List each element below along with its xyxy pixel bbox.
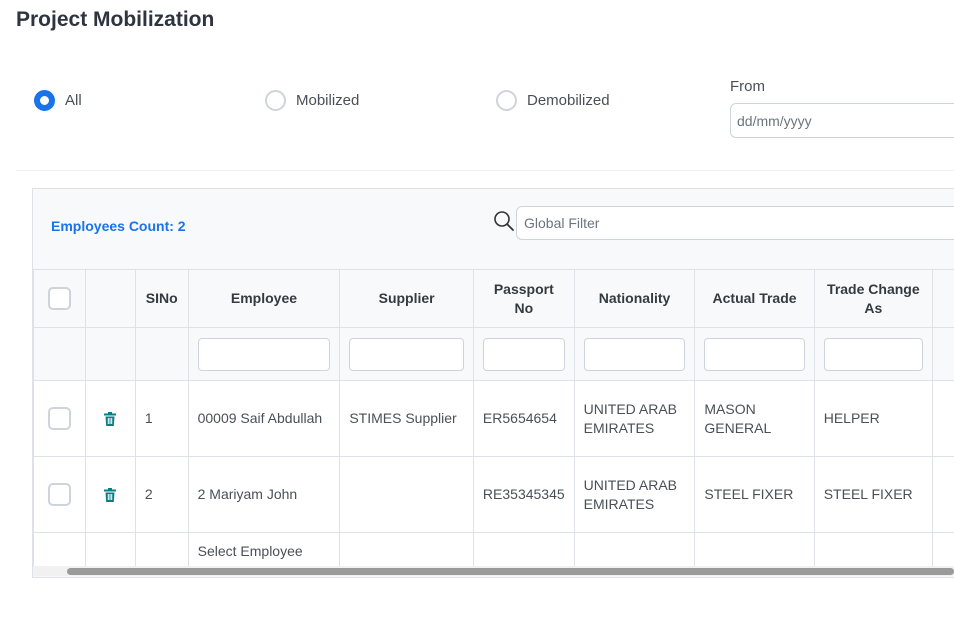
column-header-passport[interactable]: Passport No bbox=[472, 269, 575, 328]
select-all-cell bbox=[33, 269, 86, 328]
row-checkbox[interactable] bbox=[47, 407, 71, 430]
row-select-cell bbox=[33, 380, 86, 457]
employee-filter-input[interactable] bbox=[197, 337, 331, 371]
action-header bbox=[84, 269, 136, 328]
add-row-cell bbox=[33, 532, 86, 569]
passport-cell: ER5654654 bbox=[472, 380, 575, 457]
passport-cell: RE35345345 bbox=[472, 456, 575, 533]
radio-all[interactable]: All bbox=[34, 90, 82, 111]
employees-table: SINo Employee Supplier Passport No Natio… bbox=[33, 269, 954, 569]
radio-circle[interactable] bbox=[34, 90, 55, 111]
filter-cell bbox=[472, 327, 575, 381]
filter-cell bbox=[694, 327, 815, 381]
from-date-input[interactable] bbox=[730, 103, 954, 138]
sino-cell: 1 bbox=[134, 380, 189, 457]
divider bbox=[16, 170, 954, 171]
filter-cell bbox=[84, 327, 136, 381]
column-header-employee[interactable]: Employee bbox=[187, 269, 341, 328]
radio-label: Demobilized bbox=[527, 92, 610, 109]
sino-cell: 2 bbox=[134, 456, 189, 533]
global-filter-input[interactable] bbox=[516, 206, 954, 240]
add-employee-row: Select Employee bbox=[33, 532, 954, 569]
add-row-cell bbox=[931, 532, 954, 569]
employee-cell: 00009 Saif Abdullah bbox=[187, 380, 341, 457]
actual-trade-cell: STEEL FIXER bbox=[694, 456, 815, 533]
filter-cell bbox=[573, 327, 696, 381]
add-row-cell bbox=[472, 532, 575, 569]
table-row: 2 2 Mariyam John RE35345345 UNITED ARAB … bbox=[33, 456, 954, 533]
employees-count: Employees Count: 2 bbox=[51, 218, 186, 234]
row-checkbox[interactable] bbox=[47, 483, 71, 506]
nationality-filter-input[interactable] bbox=[583, 337, 686, 371]
add-row-cell bbox=[694, 532, 815, 569]
select-employee-dropdown[interactable]: Select Employee bbox=[187, 532, 341, 569]
trade-change-cell: STEEL FIXER bbox=[813, 456, 933, 533]
actual-trade-filter-input[interactable] bbox=[704, 337, 805, 371]
trade-change-filter-input[interactable] bbox=[823, 337, 923, 371]
trade-change-cell: HELPER bbox=[813, 380, 933, 457]
column-header-actual-trade[interactable]: Actual Trade bbox=[694, 269, 815, 328]
column-header-sino[interactable]: SINo bbox=[134, 269, 189, 328]
supplier-filter-input[interactable] bbox=[349, 337, 464, 371]
select-all-checkbox[interactable] bbox=[47, 287, 71, 310]
trash-icon[interactable] bbox=[104, 411, 117, 426]
extra-cell bbox=[931, 380, 954, 457]
filter-cell bbox=[339, 327, 474, 381]
filter-cell bbox=[33, 327, 86, 381]
employees-panel: Employees Count: 2 SINo Employee Supplie… bbox=[32, 188, 954, 578]
supplier-cell: STIMES Supplier bbox=[339, 380, 474, 457]
actual-trade-cell: MASON GENERAL bbox=[694, 380, 815, 457]
supplier-cell bbox=[339, 456, 474, 533]
employee-cell: 2 Mariyam John bbox=[187, 456, 341, 533]
column-header-trade-change[interactable]: Trade Change As bbox=[813, 269, 933, 328]
nationality-cell: UNITED ARAB EMIRATES bbox=[573, 456, 696, 533]
extra-cell bbox=[931, 456, 954, 533]
column-header-more bbox=[931, 269, 954, 328]
trash-icon[interactable] bbox=[104, 487, 117, 502]
add-row-cell bbox=[813, 532, 933, 569]
page: Project Mobilization All Mobilized Demob… bbox=[0, 0, 954, 622]
radio-circle[interactable] bbox=[496, 90, 517, 111]
scrollbar-thumb[interactable] bbox=[67, 568, 954, 575]
filter-cell bbox=[931, 327, 954, 381]
search-icon bbox=[494, 211, 514, 231]
column-header-nationality[interactable]: Nationality bbox=[573, 269, 696, 328]
filter-cell bbox=[134, 327, 189, 381]
row-action-cell bbox=[84, 380, 136, 457]
table-row: 1 00009 Saif Abdullah STIMES Supplier ER… bbox=[33, 380, 954, 457]
radio-demobilized[interactable]: Demobilized bbox=[496, 90, 610, 111]
radio-label: Mobilized bbox=[296, 92, 360, 109]
add-row-cell bbox=[573, 532, 696, 569]
filter-row bbox=[33, 327, 954, 381]
radio-label: All bbox=[65, 92, 82, 109]
add-row-cell bbox=[84, 532, 136, 569]
column-header-supplier[interactable]: Supplier bbox=[339, 269, 474, 328]
radio-mobilized[interactable]: Mobilized bbox=[265, 90, 359, 111]
filter-cell bbox=[187, 327, 341, 381]
row-action-cell bbox=[84, 456, 136, 533]
radio-circle[interactable] bbox=[265, 90, 286, 111]
add-row-cell bbox=[339, 532, 474, 569]
add-row-cell bbox=[134, 532, 189, 569]
filter-cell bbox=[813, 327, 933, 381]
row-select-cell bbox=[33, 456, 86, 533]
page-title: Project Mobilization bbox=[16, 8, 215, 31]
header-row: SINo Employee Supplier Passport No Natio… bbox=[33, 269, 954, 328]
nationality-cell: UNITED ARAB EMIRATES bbox=[573, 380, 696, 457]
passport-filter-input[interactable] bbox=[482, 337, 565, 371]
from-label: From bbox=[730, 78, 765, 95]
